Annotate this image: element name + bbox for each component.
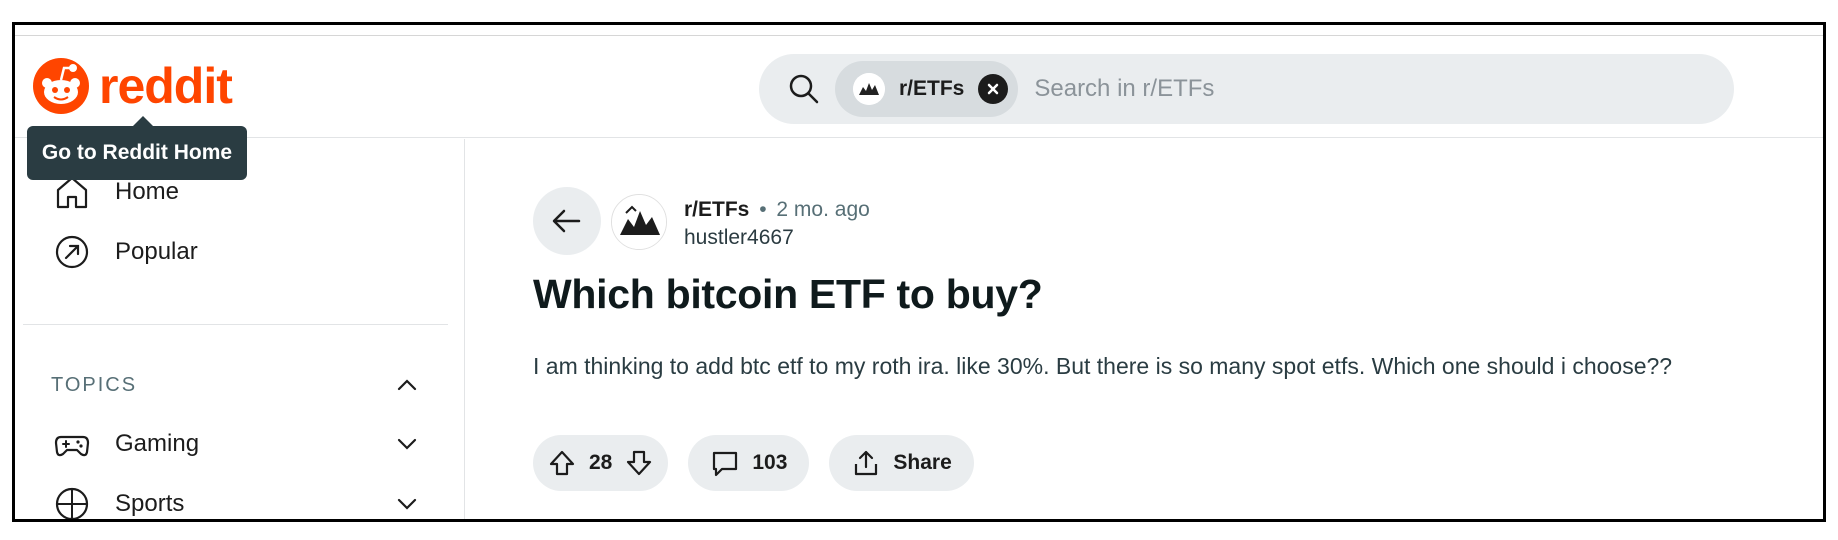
author-link[interactable]: hustler4667 bbox=[684, 226, 870, 250]
topic-label: Sports bbox=[115, 490, 185, 517]
subreddit-search-chip: r/ETFs bbox=[835, 61, 1019, 117]
reddit-snoo-icon bbox=[33, 58, 89, 114]
comment-icon bbox=[713, 451, 738, 477]
post-actions: 28 103 Share bbox=[533, 435, 974, 491]
post-meta: r/ETFs • 2 mo. ago hustler4667 bbox=[684, 198, 870, 250]
home-tooltip: Go to Reddit Home bbox=[27, 116, 247, 180]
back-button[interactable] bbox=[533, 187, 601, 255]
upvote-icon[interactable] bbox=[547, 448, 577, 478]
sidebar-item-label: Popular bbox=[115, 238, 198, 265]
meta-separator: • bbox=[759, 198, 767, 221]
top-header: reddit r/ETFs bbox=[15, 36, 1823, 138]
close-icon bbox=[988, 83, 999, 95]
chip-label: r/ETFs bbox=[899, 77, 965, 100]
browser-frame: reddit r/ETFs Search in r/ETFs Go to Red… bbox=[12, 22, 1826, 522]
downvote-icon[interactable] bbox=[624, 448, 654, 478]
search-icon bbox=[789, 74, 819, 104]
reddit-wordmark: reddit bbox=[99, 58, 233, 114]
comments-button[interactable]: 103 bbox=[688, 435, 810, 491]
share-button[interactable]: Share bbox=[829, 435, 974, 491]
chevron-down-icon bbox=[397, 498, 417, 510]
topics-label: TOPICS bbox=[51, 373, 138, 396]
chevron-up-icon bbox=[397, 379, 417, 391]
vote-count: 28 bbox=[589, 451, 613, 474]
gamepad-icon bbox=[54, 435, 90, 457]
search-bar[interactable]: r/ETFs bbox=[759, 54, 1734, 124]
sidebar-item-label: Home bbox=[115, 178, 180, 205]
popular-icon bbox=[55, 235, 89, 269]
chevron-down-icon bbox=[397, 438, 417, 450]
sidebar-topic-sports[interactable]: Sports bbox=[53, 485, 421, 519]
share-label: Share bbox=[893, 451, 952, 474]
comment-count: 103 bbox=[752, 451, 788, 474]
arrow-left-icon bbox=[552, 209, 581, 233]
share-icon bbox=[855, 450, 878, 476]
clear-chip-button[interactable] bbox=[978, 74, 1009, 104]
subreddit-link[interactable]: r/ETFs bbox=[684, 198, 749, 221]
subreddit-avatar-icon[interactable] bbox=[611, 194, 667, 250]
sidebar-topic-gaming[interactable]: Gaming bbox=[53, 425, 421, 463]
topic-label: Gaming bbox=[115, 430, 200, 457]
post-body: I am thinking to add btc etf to my roth … bbox=[533, 353, 1673, 379]
sidebar-item-popular[interactable]: Popular bbox=[53, 233, 198, 271]
post-title: Which bitcoin ETF to buy? bbox=[533, 271, 1043, 317]
topics-header[interactable]: TOPICS bbox=[51, 371, 421, 399]
subreddit-avatar-icon bbox=[853, 73, 885, 105]
reddit-home-link[interactable]: reddit bbox=[33, 56, 233, 116]
post-detail: r/ETFs • 2 mo. ago hustler4667 Which bit… bbox=[466, 139, 1823, 519]
search-input[interactable] bbox=[1034, 75, 1635, 103]
vote-pill: 28 bbox=[533, 435, 669, 491]
sports-icon bbox=[55, 487, 89, 519]
left-sidebar: Home Popular TOPICS Gaming Sports bbox=[15, 139, 465, 519]
sidebar-divider bbox=[23, 324, 448, 325]
post-time: 2 mo. ago bbox=[776, 198, 870, 221]
